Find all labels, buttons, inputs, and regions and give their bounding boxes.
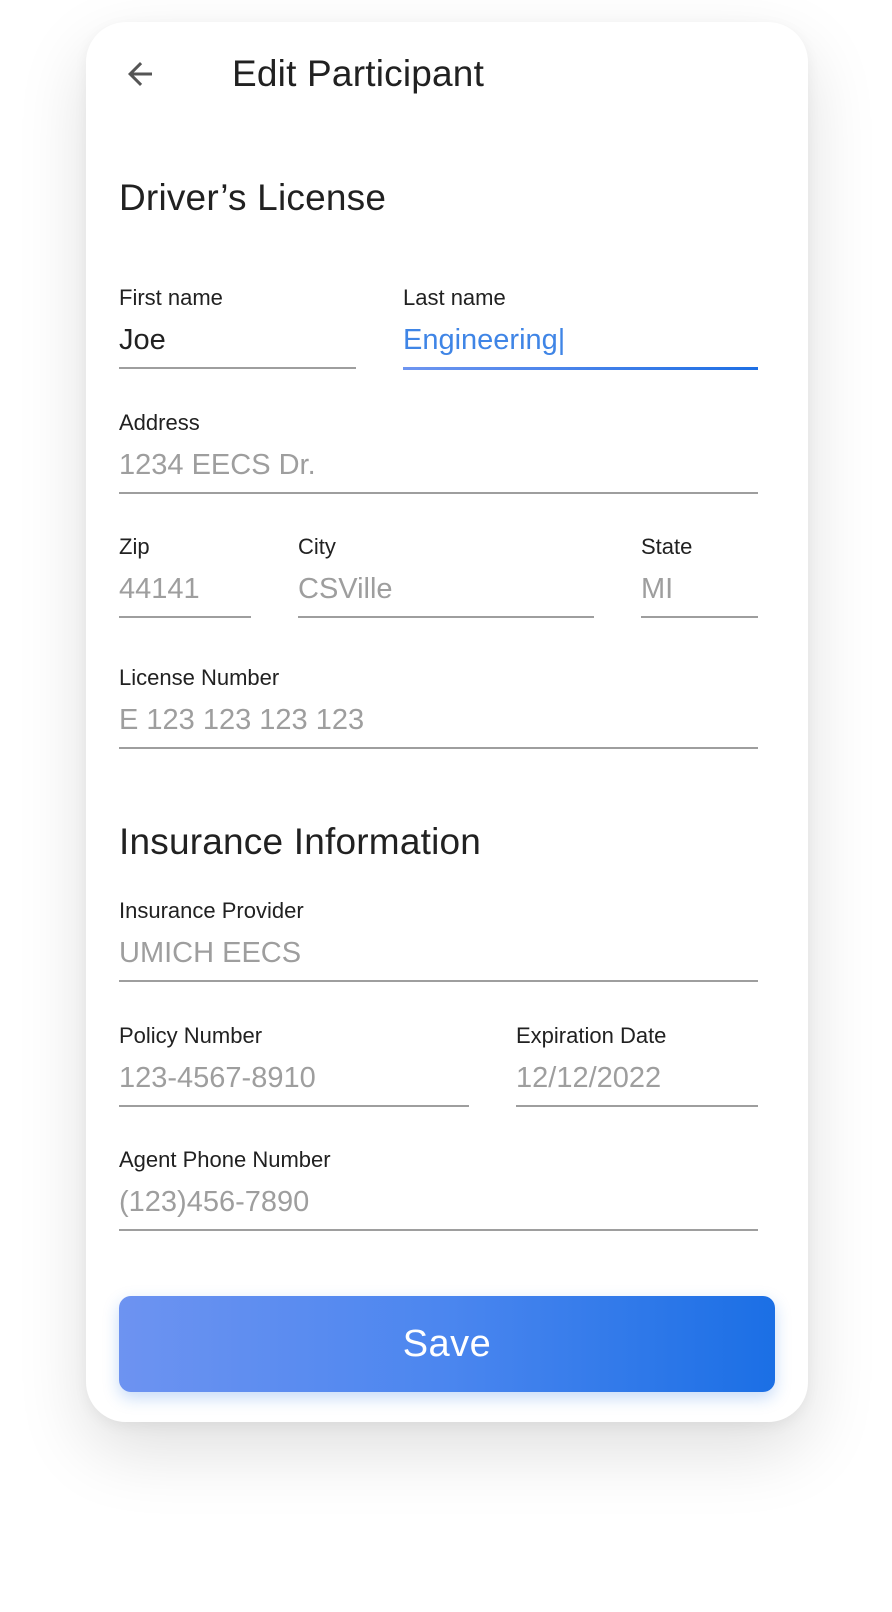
insurance-provider-field: Insurance Provider	[119, 898, 758, 994]
insurance-provider-label: Insurance Provider	[119, 898, 304, 923]
address-label: Address	[119, 410, 200, 435]
drivers-license-heading: Driver’s License	[119, 177, 387, 218]
agent-phone-input[interactable]	[119, 1181, 758, 1223]
state-field: State	[641, 534, 758, 630]
expiration-date-label: Expiration Date	[516, 1023, 667, 1048]
zip-field: Zip	[119, 534, 251, 630]
last-name-field: Last name	[403, 285, 758, 381]
first-name-field: First name	[119, 285, 356, 381]
last-name-input[interactable]	[403, 319, 758, 361]
state-label: State	[641, 534, 693, 559]
zip-underline	[119, 616, 251, 618]
agent-phone-label: Agent Phone Number	[119, 1147, 331, 1172]
state-underline	[641, 616, 758, 618]
policy-number-field: Policy Number	[119, 1023, 469, 1119]
city-label: City	[298, 534, 336, 559]
zip-label: Zip	[119, 534, 150, 559]
license-number-input[interactable]	[119, 699, 758, 741]
city-input[interactable]	[298, 568, 594, 610]
insurance-provider-underline	[119, 980, 758, 982]
zip-input[interactable]	[119, 568, 251, 610]
arrow-left-icon	[128, 62, 152, 86]
insurance-provider-input[interactable]	[119, 932, 758, 974]
license-number-underline	[119, 747, 758, 749]
edit-participant-card: Edit Participant Driver’s License First …	[86, 22, 808, 1422]
last-name-label: Last name	[403, 285, 506, 310]
state-input[interactable]	[641, 568, 758, 610]
policy-number-underline	[119, 1105, 469, 1107]
insurance-heading: Insurance Information	[119, 821, 482, 862]
expiration-date-input[interactable]	[516, 1057, 758, 1099]
license-number-field: License Number	[119, 665, 758, 761]
back-button[interactable]	[120, 54, 160, 94]
expiration-date-underline	[516, 1105, 758, 1107]
save-button[interactable]: Save	[119, 1296, 775, 1392]
first-name-underline	[119, 367, 356, 369]
agent-phone-underline	[119, 1229, 758, 1231]
license-number-label: License Number	[119, 665, 280, 690]
expiration-date-field: Expiration Date	[516, 1023, 758, 1119]
first-name-label: First name	[119, 285, 223, 310]
address-field: Address	[119, 410, 758, 506]
policy-number-input[interactable]	[119, 1057, 469, 1099]
policy-number-label: Policy Number	[119, 1023, 263, 1048]
city-field: City	[298, 534, 594, 630]
last-name-underline	[403, 367, 758, 370]
page-title: Edit Participant	[232, 53, 485, 94]
first-name-input[interactable]	[119, 319, 356, 361]
address-underline	[119, 492, 758, 494]
city-underline	[298, 616, 594, 618]
agent-phone-field: Agent Phone Number	[119, 1147, 758, 1243]
address-input[interactable]	[119, 444, 758, 486]
